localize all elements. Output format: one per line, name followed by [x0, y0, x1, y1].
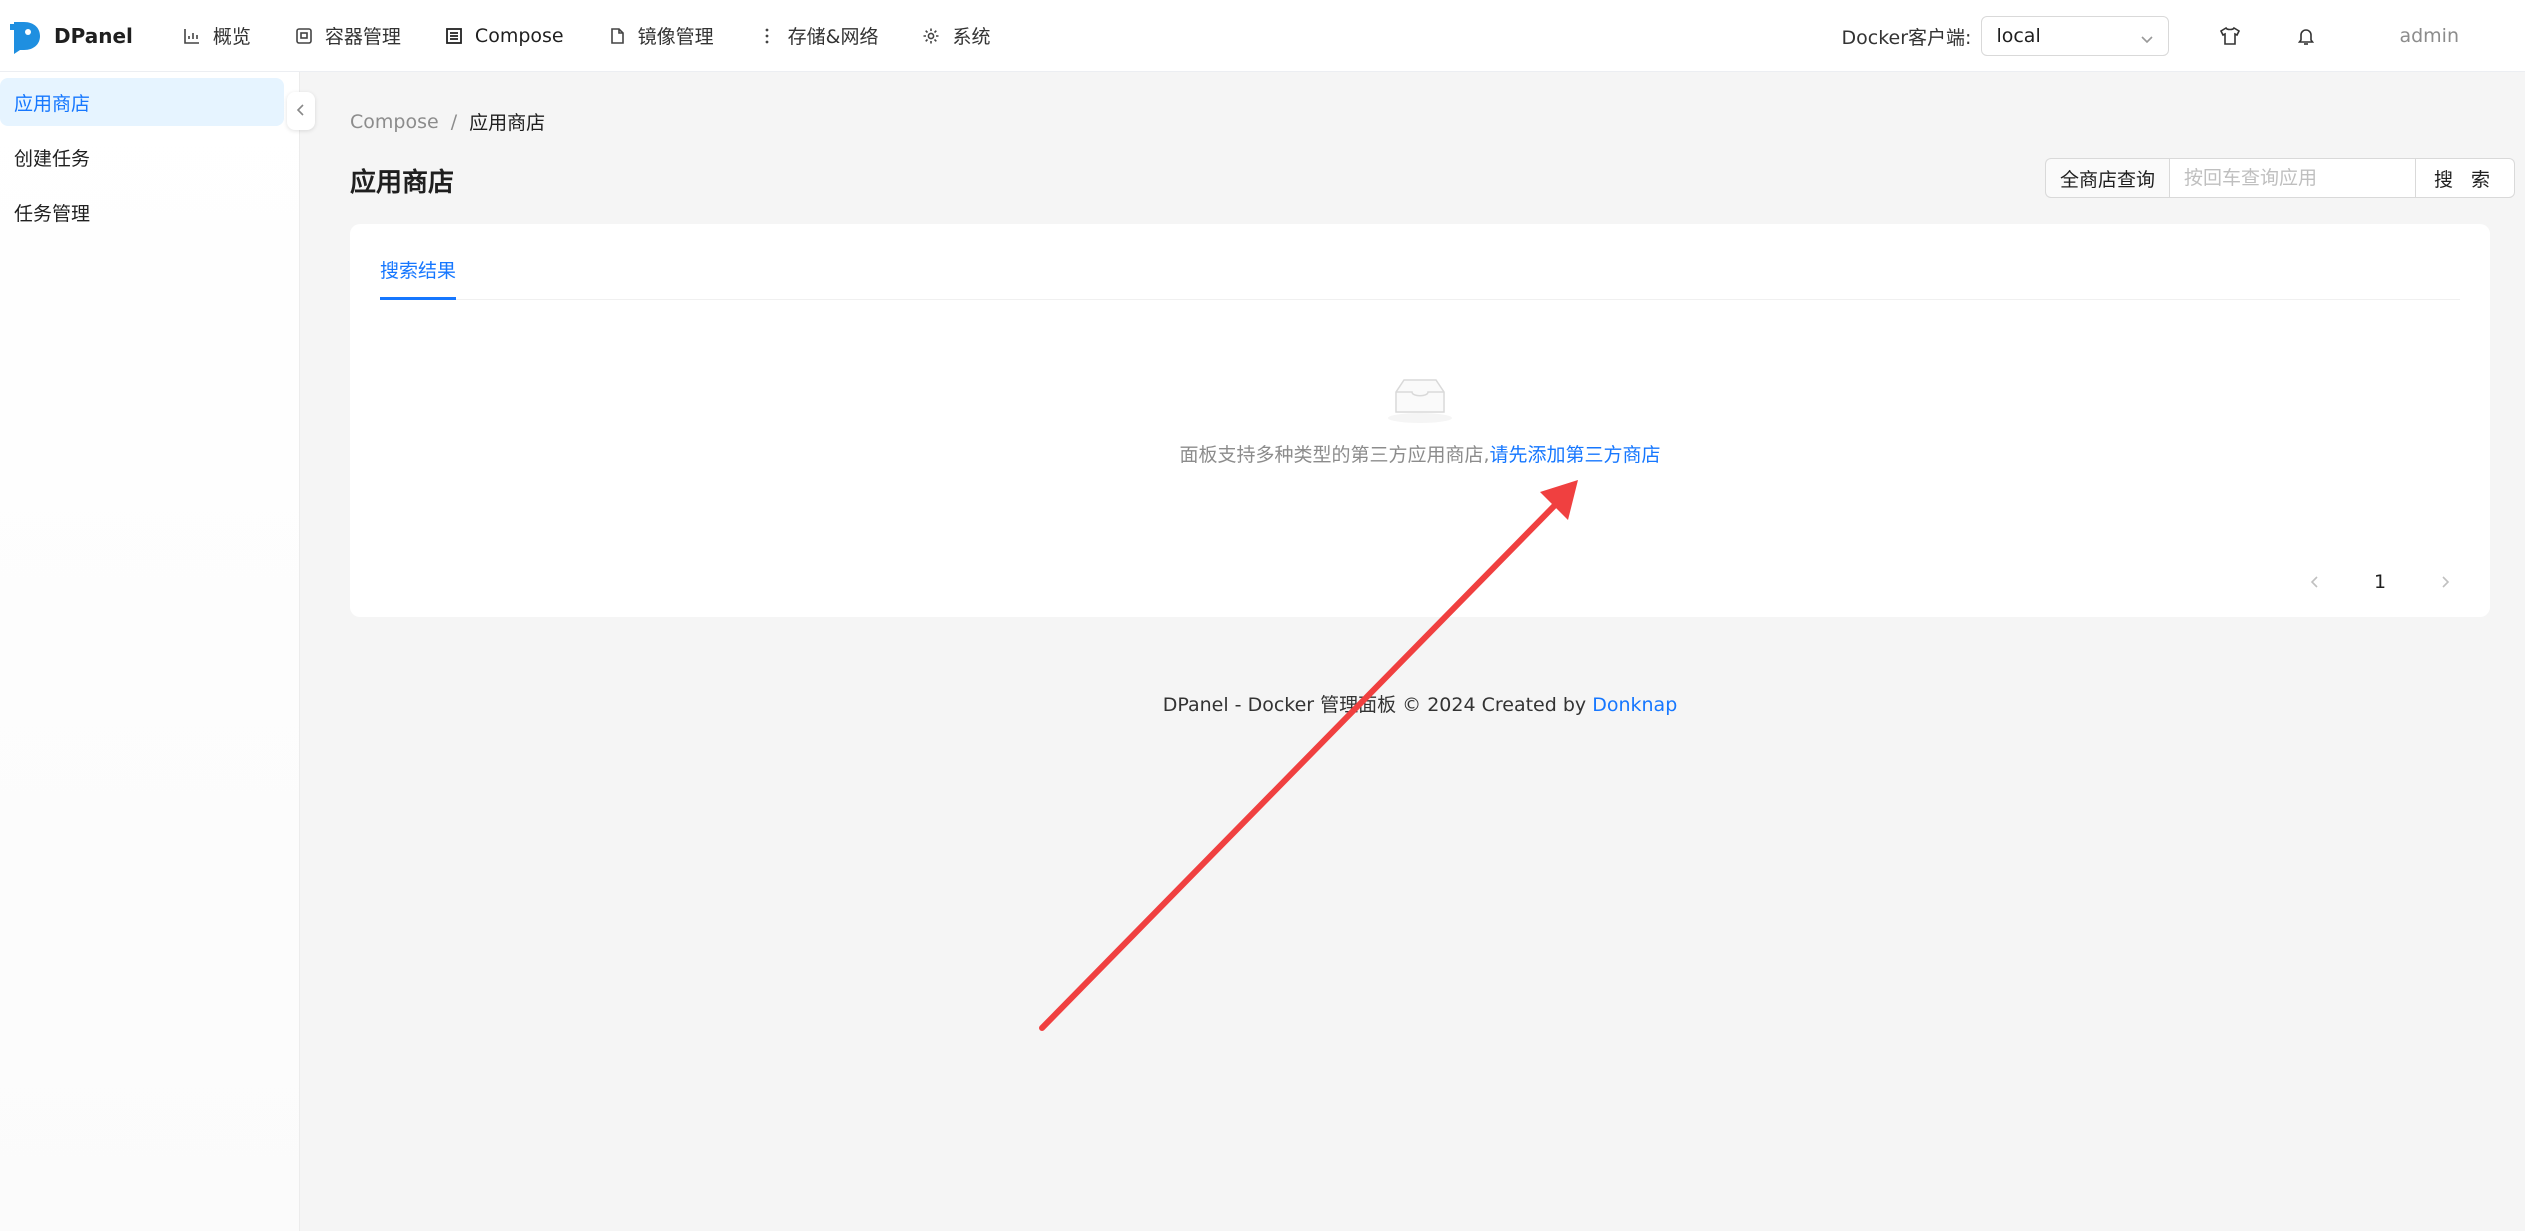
tabs-bar: 搜索结果 [380, 224, 2460, 300]
docker-client-select[interactable]: local [1981, 16, 2170, 56]
dpanel-logo-icon [10, 21, 40, 54]
app-logo[interactable]: DPanel [8, 0, 133, 72]
nav-item-storage-network[interactable]: 存储&网络 [736, 0, 901, 72]
gear-icon [922, 27, 940, 45]
nav-label: 镜像管理 [637, 26, 714, 48]
app-name: DPanel [54, 23, 133, 48]
nav-item-overview[interactable]: 概览 [161, 0, 273, 72]
nav-label: Compose [474, 24, 564, 47]
compose-icon [445, 27, 463, 45]
tab-search-results[interactable]: 搜索结果 [380, 256, 457, 300]
bell-icon[interactable] [2291, 21, 2321, 51]
user-name[interactable]: admin [2399, 25, 2459, 47]
sidebar: 应用商店 创建任务 任务管理 [0, 72, 315, 1231]
main-nav: 概览 容器管理 Compose 镜像管理 存储&网络 系统 [161, 0, 1013, 72]
search-button[interactable]: 搜 索 [2416, 158, 2516, 198]
nav-item-containers[interactable]: 容器管理 [273, 0, 423, 72]
sidebar-item-app-store[interactable]: 应用商店 [0, 78, 284, 126]
breadcrumb: Compose / 应用商店 [350, 108, 545, 135]
docker-client-value: local [1996, 25, 2041, 47]
footer-author-link[interactable]: Donknap [1592, 694, 1677, 716]
nav-item-compose[interactable]: Compose [423, 0, 586, 72]
prev-page-icon[interactable] [2300, 567, 2330, 597]
chart-icon [183, 27, 201, 45]
header-right: Docker客户端: local admin [1842, 0, 2525, 72]
theme-shirt-icon[interactable] [2215, 21, 2245, 51]
footer-text: DPanel - Docker 管理面板 © 2024 Created by [1162, 694, 1587, 716]
sidebar-item-label: 任务管理 [14, 202, 91, 225]
store-search-group: 全商店查询 搜 索 [2045, 158, 2516, 198]
page-title: 应用商店 [350, 168, 455, 198]
sidebar-item-task-management[interactable]: 任务管理 [0, 188, 284, 236]
results-card: 搜索结果 面板支持多种类型的第三方应用商店,请先添加第三方商店 1 [350, 224, 2490, 617]
page-number[interactable]: 1 [2360, 564, 2400, 600]
next-page-icon[interactable] [2430, 567, 2460, 597]
breadcrumb-parent-link[interactable]: Compose [350, 111, 439, 133]
more-vertical-icon [758, 27, 776, 45]
sidebar-item-label: 创建任务 [14, 147, 91, 170]
sidebar-collapse-button[interactable] [287, 92, 315, 130]
empty-text: 面板支持多种类型的第三方应用商店, [1179, 444, 1490, 466]
docker-client-label: Docker客户端: [1841, 26, 1972, 49]
chevron-left-icon [295, 102, 307, 121]
container-icon [295, 27, 313, 45]
sidebar-item-create-task[interactable]: 创建任务 [0, 133, 284, 181]
pagination: 1 [2300, 564, 2460, 600]
empty-description: 面板支持多种类型的第三方应用商店,请先添加第三方商店 [350, 440, 2490, 467]
add-third-party-store-link[interactable]: 请先添加第三方商店 [1490, 444, 1661, 466]
file-icon [608, 27, 626, 45]
empty-state: 面板支持多种类型的第三方应用商店,请先添加第三方商店 [350, 374, 2490, 467]
search-input[interactable] [2169, 158, 2417, 198]
nav-item-images[interactable]: 镜像管理 [586, 0, 736, 72]
search-scope-addon: 全商店查询 [2045, 158, 2170, 198]
nav-label: 系统 [952, 26, 991, 48]
breadcrumb-current: 应用商店 [469, 112, 546, 134]
sidebar-item-label: 应用商店 [14, 92, 91, 115]
top-header: DPanel 概览 容器管理 Compose 镜像管理 存储&网络 系统 Doc… [0, 0, 2525, 72]
footer: DPanel - Docker 管理面板 © 2024 Created by D… [350, 690, 2490, 717]
nav-label: 容器管理 [324, 26, 401, 48]
empty-inbox-icon [1388, 379, 1452, 423]
breadcrumb-separator: / [450, 110, 458, 133]
nav-label: 概览 [212, 26, 251, 48]
nav-label: 存储&网络 [787, 26, 879, 48]
nav-item-system[interactable]: 系统 [900, 0, 1012, 72]
chevron-down-icon [2140, 29, 2154, 44]
